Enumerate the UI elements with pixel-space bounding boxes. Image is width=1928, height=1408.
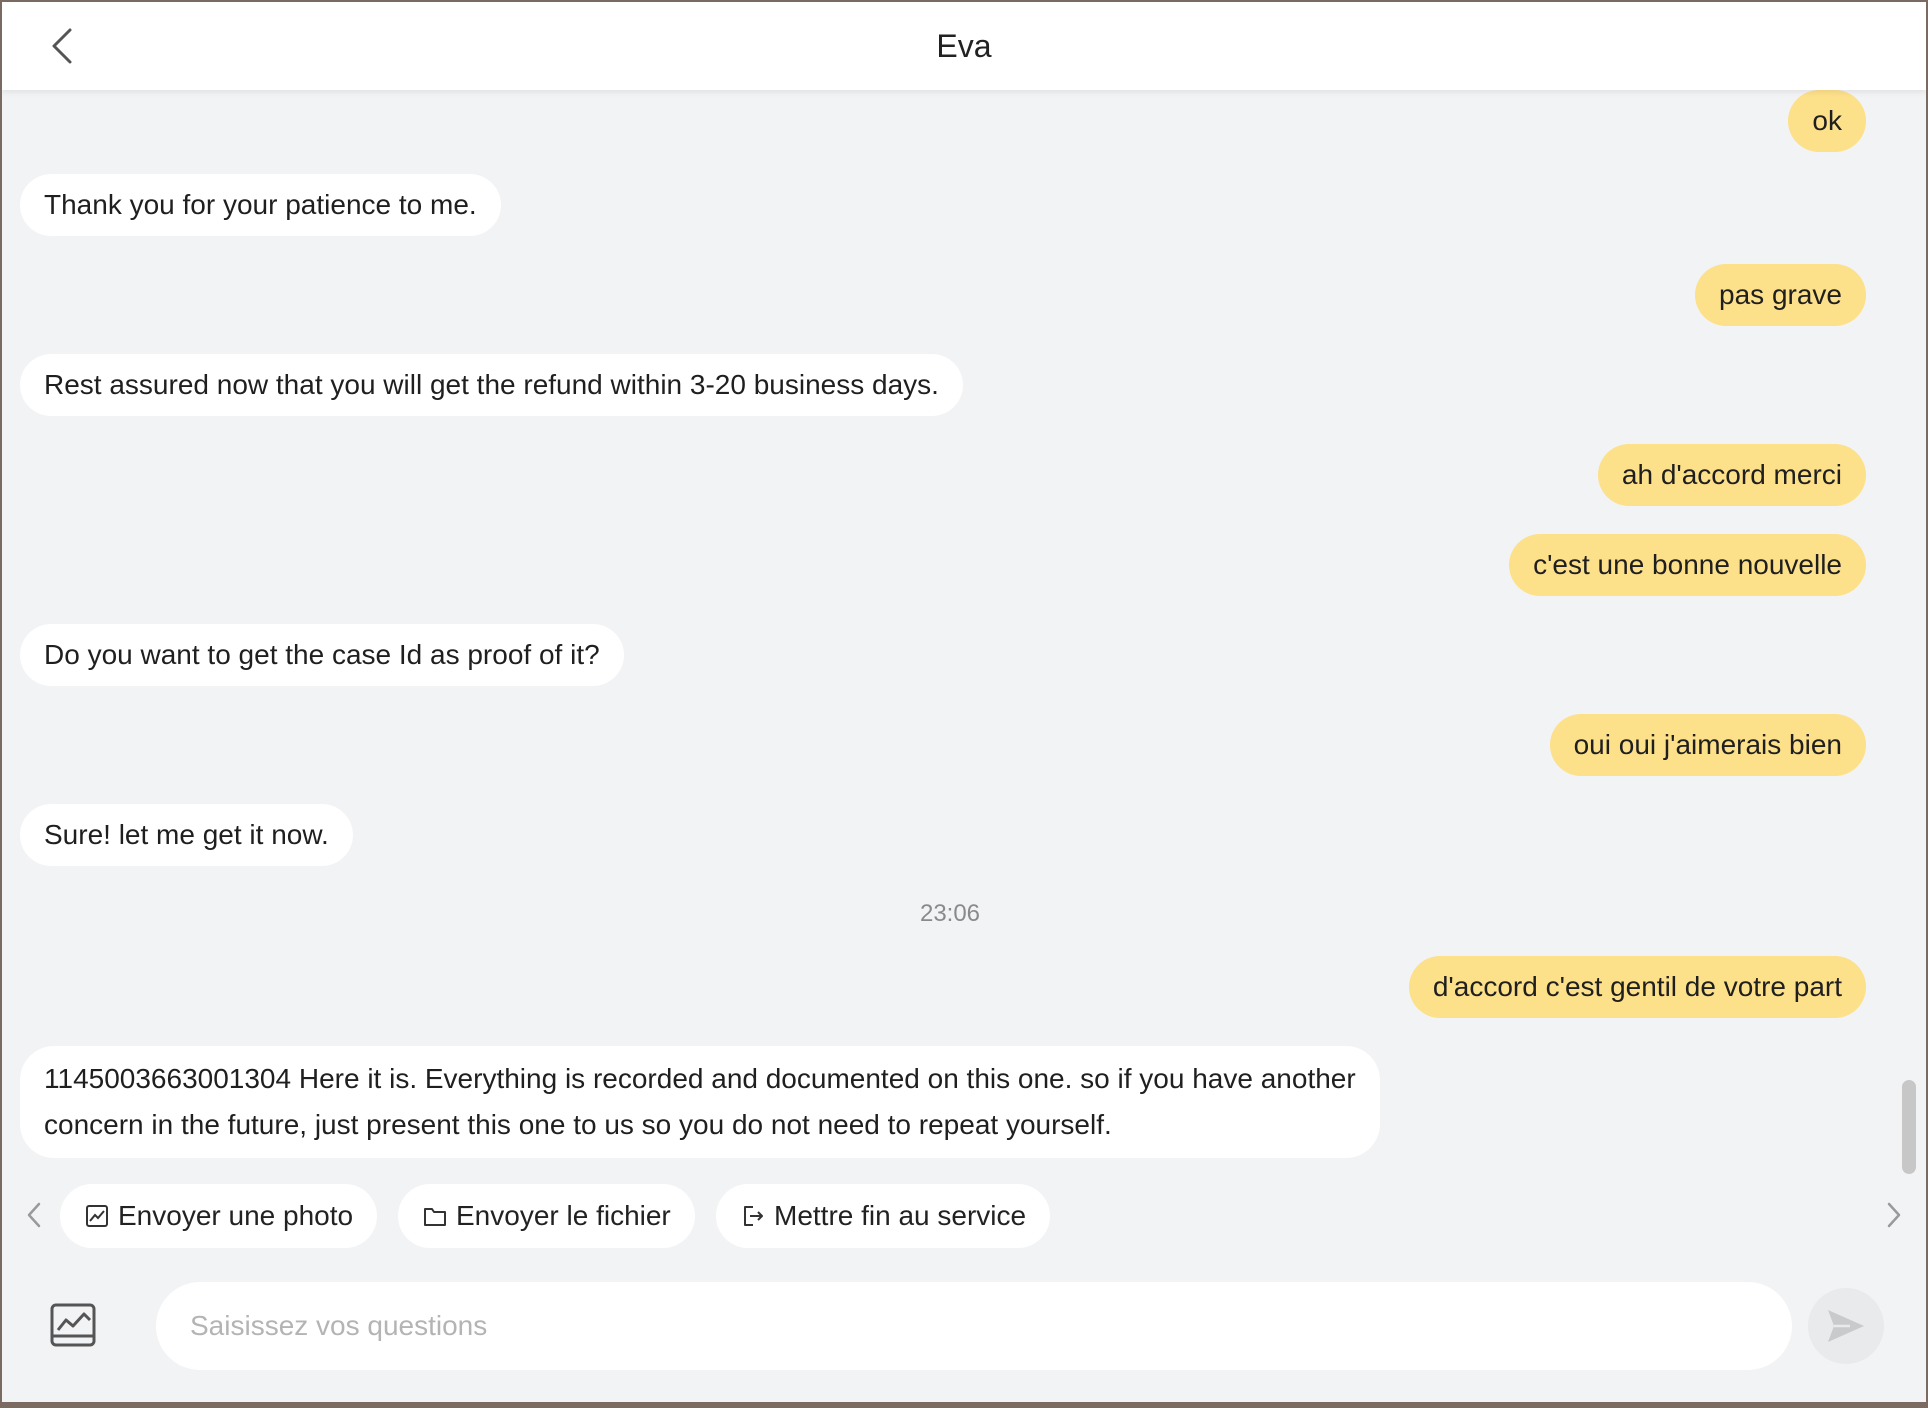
incoming-message: Sure! let me get it now.	[20, 804, 353, 866]
end-service-button[interactable]: Mettre fin au service	[716, 1184, 1051, 1248]
gallery-icon	[50, 1303, 96, 1347]
outgoing-message: c'est une bonne nouvelle	[1509, 534, 1866, 596]
chat-window: Eva ok Thank you for your patience to me…	[2, 2, 1926, 1402]
message-list[interactable]: ok Thank you for your patience to me. pa…	[2, 90, 1902, 1170]
send-photo-button[interactable]: Envoyer une photo	[60, 1184, 378, 1248]
scroll-right-button[interactable]	[1880, 1197, 1908, 1233]
outgoing-message: pas grave	[1695, 264, 1866, 326]
attach-image-button[interactable]	[48, 1300, 98, 1350]
send-file-label: Envoyer le fichier	[456, 1200, 671, 1231]
outgoing-message: d'accord c'est gentil de votre part	[1408, 956, 1866, 1018]
scrollbar-thumb[interactable]	[1902, 1080, 1916, 1174]
send-file-button[interactable]: Envoyer le fichier	[398, 1184, 695, 1248]
outgoing-message: oui oui j'aimerais bien	[1549, 714, 1866, 776]
chat-header: Eva	[2, 2, 1926, 90]
incoming-message: Thank you for your patience to me.	[20, 174, 501, 236]
incoming-message: Rest assured now that you will get the r…	[20, 354, 963, 416]
outgoing-message: ok	[1788, 90, 1866, 152]
outgoing-message: ah d'accord merci	[1597, 444, 1866, 506]
back-button[interactable]	[40, 22, 84, 70]
incoming-message: 1145003663001304 Here it is. Everything …	[20, 1046, 1380, 1158]
chevron-left-icon	[52, 28, 72, 64]
chevron-left-icon	[27, 1202, 41, 1228]
send-photo-label: Envoyer une photo	[118, 1200, 354, 1231]
message-composer	[2, 1264, 1926, 1402]
chevron-right-icon	[1887, 1202, 1901, 1228]
folder-icon	[424, 1208, 446, 1226]
image-icon	[86, 1205, 108, 1227]
send-icon	[1828, 1310, 1864, 1342]
send-button[interactable]	[1808, 1288, 1884, 1364]
contact-name: Eva	[936, 27, 992, 64]
quick-actions-bar: Envoyer une photo Envoyer le fichier Met…	[2, 1180, 1926, 1250]
message-input[interactable]	[156, 1282, 1792, 1370]
scroll-left-button[interactable]	[20, 1197, 48, 1233]
exit-icon	[744, 1206, 763, 1226]
timestamp: 23:06	[919, 900, 981, 927]
end-service-label: Mettre fin au service	[774, 1200, 1027, 1231]
incoming-message: Do you want to get the case Id as proof …	[20, 624, 624, 686]
